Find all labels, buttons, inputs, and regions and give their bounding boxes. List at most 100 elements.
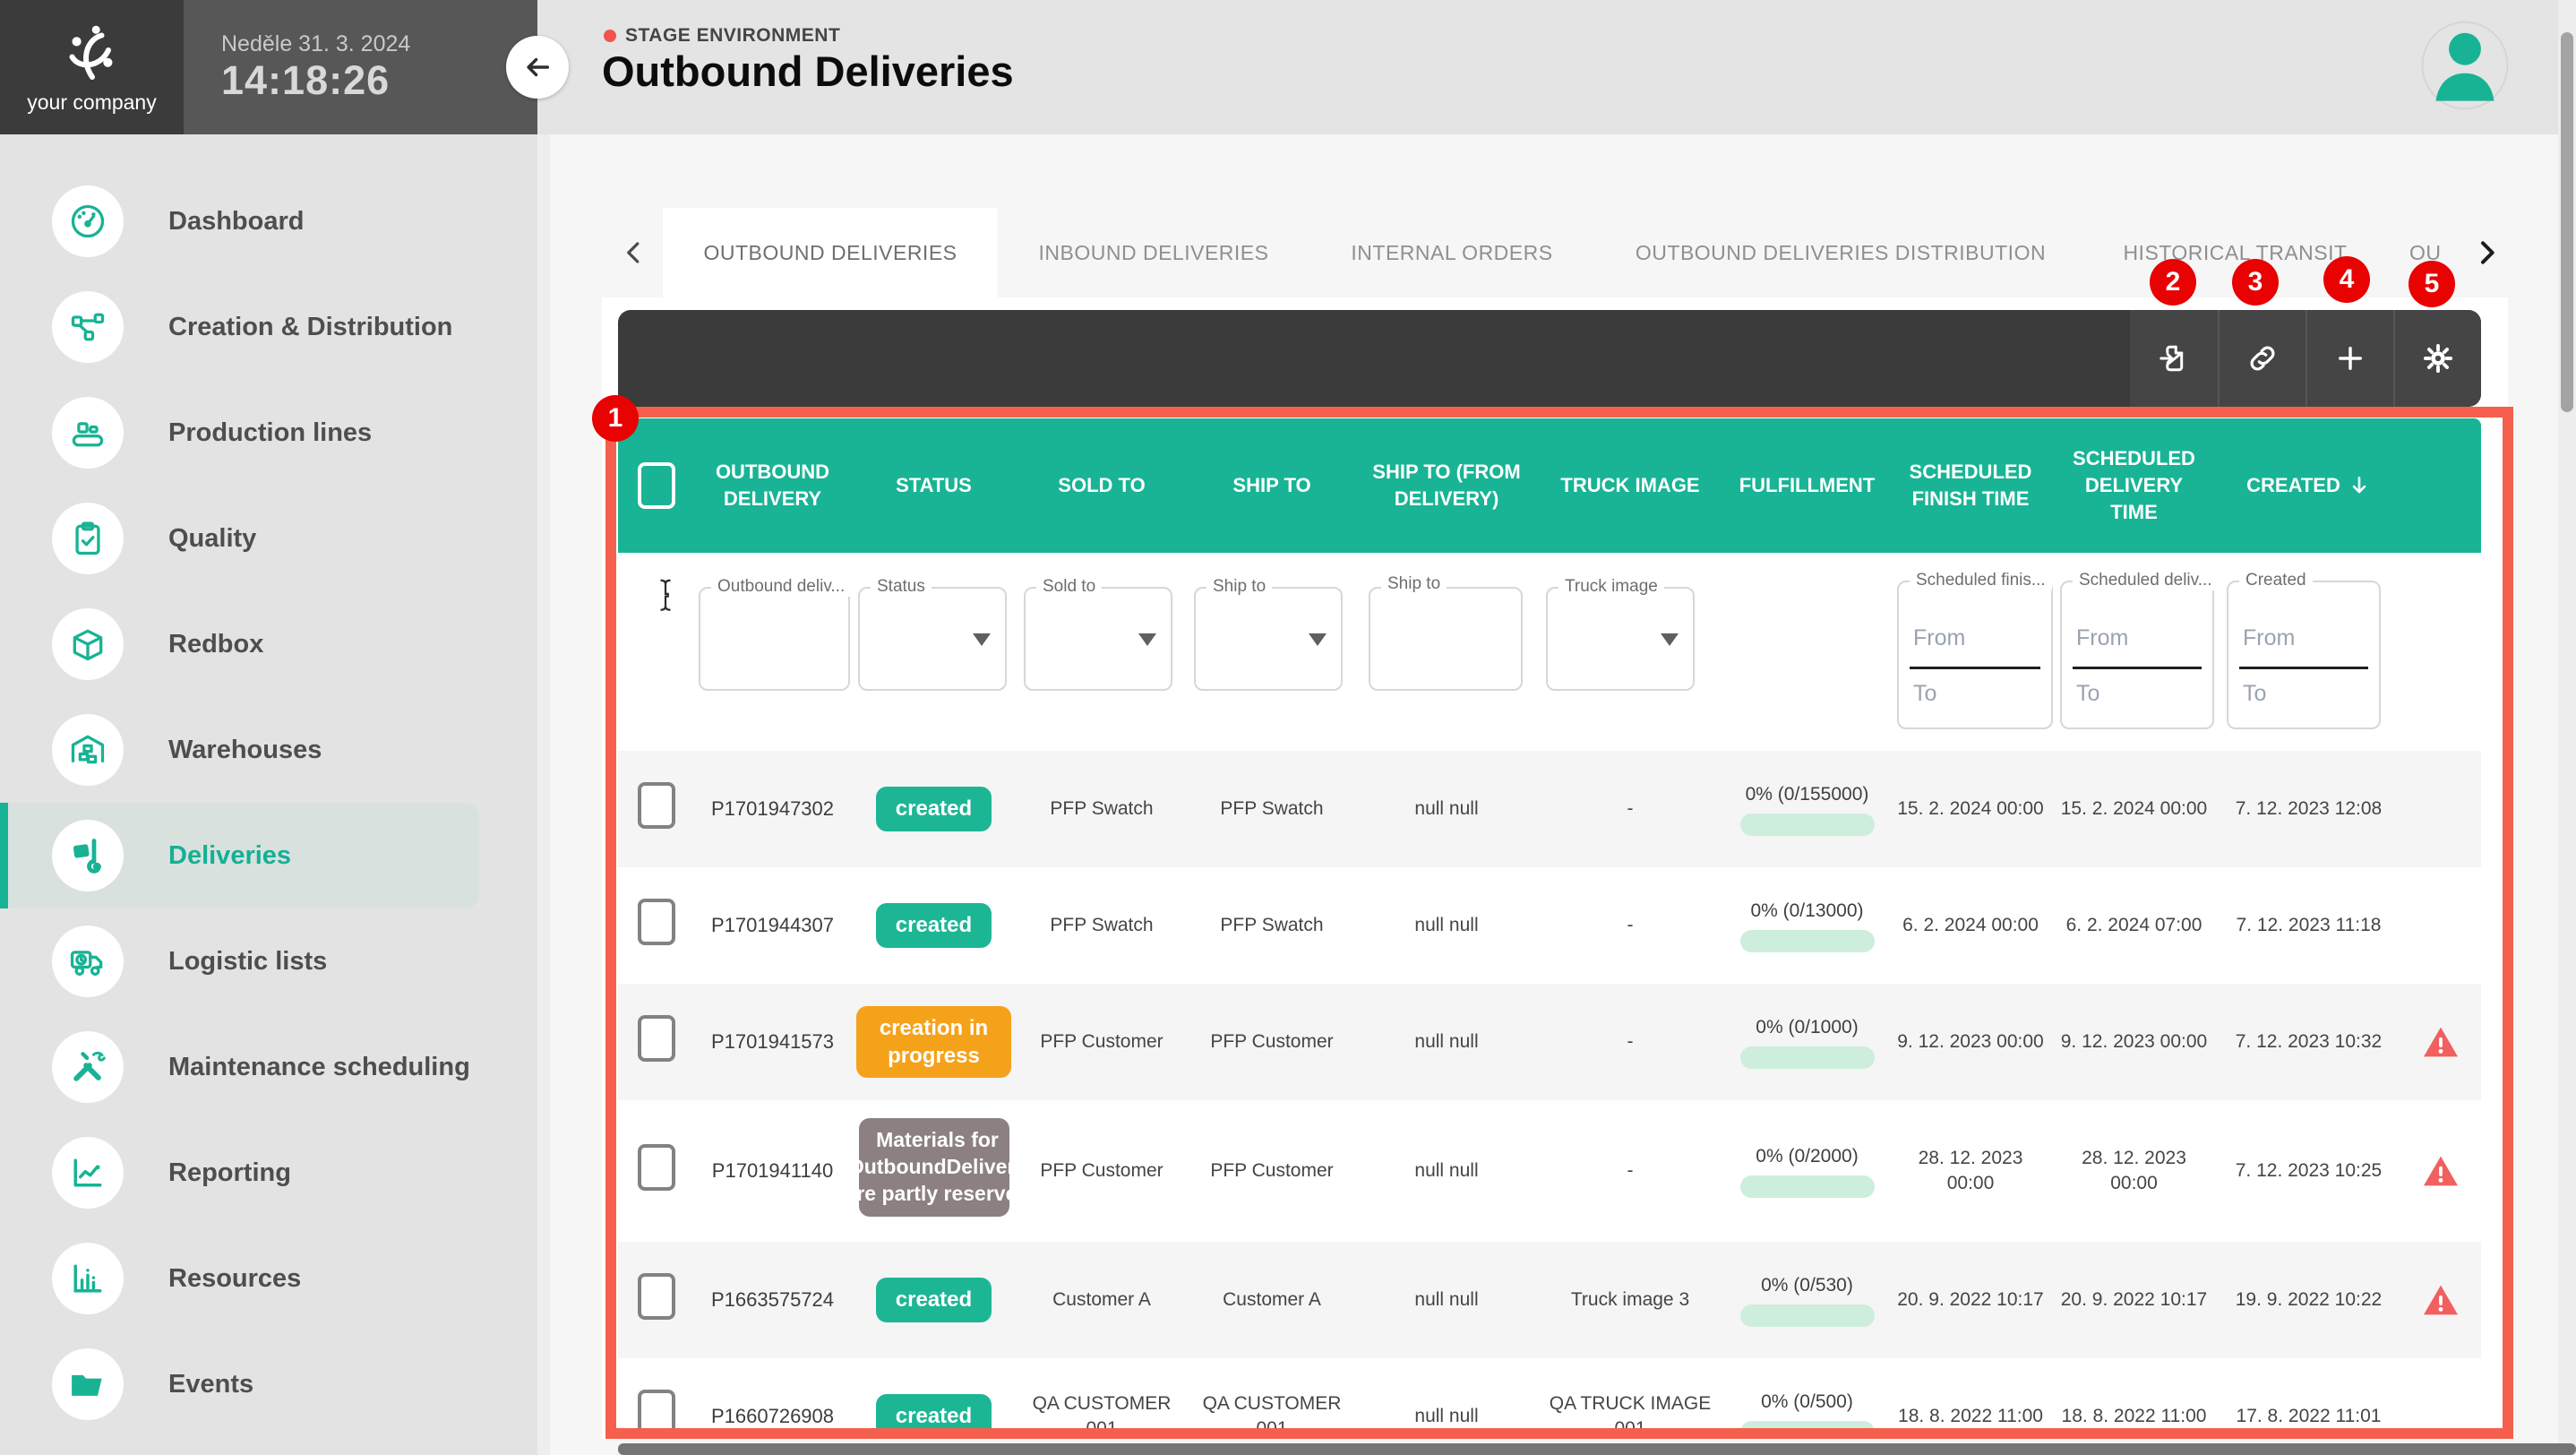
fulfillment-progress-bar [1740, 814, 1875, 836]
select-all-checkbox[interactable] [638, 462, 675, 509]
cell-sold-to: QA CUSTOMER 001 [1017, 1391, 1187, 1428]
sidebar-item-production-lines[interactable]: Production lines [0, 380, 537, 486]
conveyor-icon [52, 397, 124, 469]
column-header-ship-to-from-delivery[interactable]: SHIP TO (FROM DELIVERY) [1357, 459, 1536, 512]
status-badge: creation in progress [856, 1006, 1011, 1078]
sidebar-item-reporting[interactable]: Reporting [0, 1120, 537, 1226]
row-checkbox[interactable] [638, 1390, 675, 1428]
company-name: your company [27, 90, 156, 115]
horizontal-scrollbar-thumb[interactable] [618, 1443, 2576, 1455]
cell-truck-image: - [1536, 913, 1724, 938]
dropdown-caret-icon [1661, 633, 1679, 646]
row-checkbox[interactable] [638, 899, 675, 945]
from-input[interactable]: From [2243, 625, 2295, 651]
column-header-status[interactable]: STATUS [851, 472, 1017, 499]
filter-scheduled-delivery-range[interactable]: Scheduled deliv... From To [2060, 581, 2214, 729]
sidebar-item-dashboard[interactable]: Dashboard [0, 168, 537, 274]
table-row[interactable]: P1701941573 creation in progress PFP Cus… [618, 984, 2481, 1100]
annotation-marker-1: 1 [592, 395, 639, 442]
cell-warning [2400, 1154, 2481, 1188]
filter-sold-to-select[interactable]: Sold to [1024, 587, 1172, 691]
export-button[interactable] [2130, 310, 2218, 407]
cell-scheduled-delivery-time: 6. 2. 2024 07:00 [2051, 913, 2217, 938]
row-checkbox[interactable] [638, 1273, 675, 1320]
to-input[interactable]: To [1913, 681, 1936, 707]
tab-internal-orders[interactable]: INTERNAL ORDERS [1327, 208, 1576, 297]
collapse-sidebar-button[interactable] [506, 36, 569, 99]
cell-ship-to-from-delivery: null null [1357, 1158, 1536, 1184]
column-header-outbound-delivery[interactable]: OUTBOUND DELIVERY [694, 459, 851, 512]
row-checkbox[interactable] [638, 1015, 675, 1062]
table-row[interactable]: P1701947302 created PFP Swatch PFP Swatc… [618, 751, 2481, 867]
sidebar-item-redbox[interactable]: Redbox [0, 591, 537, 697]
row-checkbox[interactable] [638, 782, 675, 829]
column-header-fulfillment[interactable]: FULFILLMENT [1724, 472, 1890, 499]
sidebar-item-warehouses[interactable]: Warehouses [0, 697, 537, 803]
warning-icon [2422, 1154, 2460, 1188]
to-input[interactable]: To [2243, 681, 2266, 707]
link-button[interactable] [2218, 310, 2306, 407]
table-row[interactable]: P1701941140 Materials for OutboundDelive… [618, 1100, 2481, 1242]
table-row[interactable]: P1701944307 created PFP Swatch PFP Swatc… [618, 867, 2481, 984]
filter-scheduled-finish-range[interactable]: Scheduled finis... From To [1897, 581, 2053, 729]
status-badge: created [876, 1278, 992, 1322]
cell-scheduled-finish-time: 15. 2. 2024 00:00 [1890, 796, 2051, 822]
filter-ship-to-from-delivery-input[interactable]: Ship to [1369, 587, 1523, 691]
filter-ship-to-select[interactable]: Ship to [1194, 587, 1343, 691]
sidebar-item-maintenance-scheduling[interactable]: Maintenance scheduling [0, 1014, 537, 1120]
tabs-scroll-left-button[interactable] [616, 231, 652, 274]
cell-ship-to-from-delivery: null null [1357, 1287, 1536, 1313]
column-header-scheduled-delivery-time[interactable]: SCHEDULED DELIVERY TIME [2051, 445, 2217, 525]
vertical-scrollbar-thumb[interactable] [2561, 32, 2573, 412]
clock-panel: Neděle 31. 3. 2024 14:18:26 [184, 0, 537, 134]
chevron-right-icon [2472, 236, 2501, 270]
column-header-truck-image[interactable]: TRUCK IMAGE [1536, 472, 1724, 499]
cell-status: created [851, 1394, 1017, 1428]
filter-created-range[interactable]: Created From To [2227, 581, 2381, 729]
sidebar-item-quality[interactable]: Quality [0, 486, 537, 591]
table-row[interactable]: P1660726908 created QA CUSTOMER 001 QA C… [618, 1358, 2481, 1428]
cell-ship-to: QA CUSTOMER 001 [1187, 1391, 1357, 1428]
tab-outbound-deliveries[interactable]: OUTBOUND DELIVERIES [663, 208, 998, 297]
filter-truck-image-select[interactable]: Truck image [1546, 587, 1695, 691]
column-header-ship-to[interactable]: SHIP TO [1187, 472, 1357, 499]
filter-status-select[interactable]: Status [858, 587, 1007, 691]
fulfillment-label: 0% (0/530) [1730, 1273, 1885, 1298]
add-button[interactable] [2306, 310, 2393, 407]
row-select-cell [618, 899, 694, 952]
row-select-cell [618, 782, 694, 836]
from-input[interactable]: From [2076, 625, 2128, 651]
tab-outbound-deliveries-distribution[interactable]: OUTBOUND DELIVERIES DISTRIBUTION [1612, 208, 2069, 297]
row-select-cell [618, 1144, 694, 1198]
table-row[interactable]: P1663575724 created Customer A Customer … [618, 1242, 2481, 1358]
to-input[interactable]: To [2076, 681, 2099, 707]
environment-indicator: STAGE ENVIRONMENT [604, 25, 840, 47]
company-logo-icon [57, 21, 127, 85]
sidebar-item-deliveries[interactable]: Deliveries [0, 803, 479, 908]
column-header-scheduled-finish-time[interactable]: SCHEDULED FINISH TIME [1890, 459, 2051, 512]
select-all-cell[interactable] [618, 462, 694, 509]
row-select-cell [618, 1273, 694, 1327]
column-header-created[interactable]: CREATED [2217, 472, 2400, 499]
filter-outbound-delivery-input[interactable]: Outbound deliv... [699, 587, 850, 691]
text-cursor-icon [656, 578, 675, 622]
fulfillment-label: 0% (0/13000) [1730, 899, 1885, 924]
cell-created: 19. 9. 2022 10:22 [2217, 1287, 2400, 1313]
column-header-sold-to[interactable]: SOLD TO [1017, 472, 1187, 499]
cell-created: 7. 12. 2023 10:32 [2217, 1029, 2400, 1055]
cell-ship-to: PFP Swatch [1187, 913, 1357, 938]
sidebar-item-creation-distribution[interactable]: Creation & Distribution [0, 274, 537, 380]
sidebar-divider [537, 134, 550, 1455]
from-input[interactable]: From [1913, 625, 1965, 651]
sidebar-item-logistic-lists[interactable]: Logistic lists [0, 908, 537, 1014]
sidebar-item-resources[interactable]: Resources [0, 1226, 537, 1331]
row-checkbox[interactable] [638, 1144, 675, 1191]
range-divider [2239, 667, 2368, 669]
network-icon [52, 291, 124, 363]
user-avatar[interactable] [2418, 11, 2512, 120]
cell-fulfillment: 0% (0/155000) [1724, 782, 1890, 836]
tabs-scroll-right-button[interactable] [2469, 231, 2504, 274]
settings-button[interactable] [2393, 310, 2481, 407]
tab-inbound-deliveries[interactable]: INBOUND DELIVERIES [1014, 208, 1293, 297]
sidebar-item-events[interactable]: Events [0, 1331, 537, 1437]
